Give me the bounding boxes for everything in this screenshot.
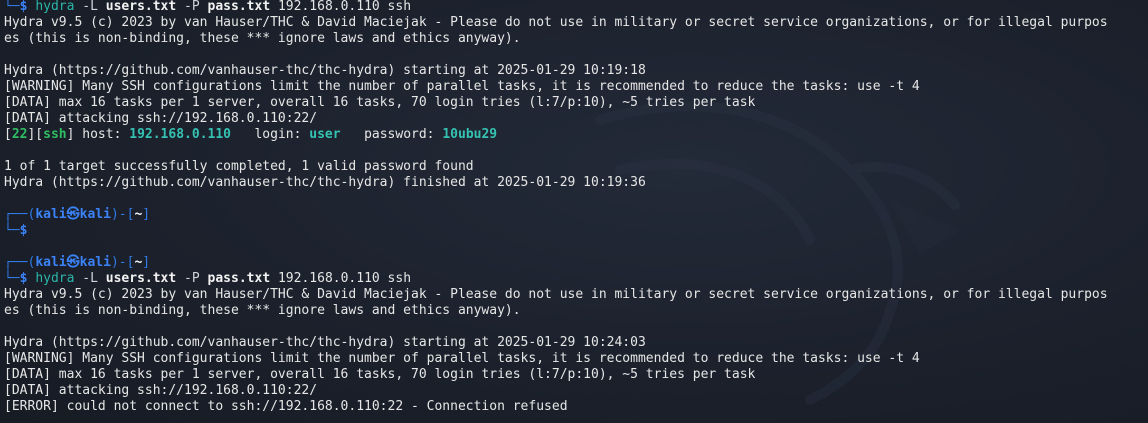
hydra-summary-line: 1 of 1 target successfully completed, 1 … <box>4 159 474 174</box>
hydra-banner-line: es (this is non-binding, these *** ignor… <box>4 31 521 46</box>
hydra-data-line: [DATA] max 16 tasks per 1 server, overal… <box>4 367 756 382</box>
hydra-warning-line: [WARNING] Many SSH configurations limit … <box>4 351 920 366</box>
hydra-error-line: [ERROR] could not connect to ssh://192.1… <box>4 399 568 414</box>
hydra-banner-line: Hydra v9.5 (c) 2023 by van Hauser/THC & … <box>4 287 1108 302</box>
terminal-output: └─$ hydra -L users.txt -P pass.txt 192.1… <box>4 0 1108 415</box>
hydra-data-line: [DATA] attacking ssh://192.168.0.110:22/ <box>4 383 318 398</box>
terminal-window[interactable]: └─$ hydra -L users.txt -P pass.txt 192.1… <box>0 0 1148 423</box>
hydra-finished-line: Hydra (https://github.com/vanhauser-thc/… <box>4 175 646 190</box>
hydra-banner-line: es (this is non-binding, these *** ignor… <box>4 303 521 318</box>
prompt-input-line: └─$ <box>4 223 28 238</box>
prompt-command-line-2: └─$ hydra -L users.txt -P pass.txt 192.1… <box>4 271 412 286</box>
hydra-data-line: [DATA] max 16 tasks per 1 server, overal… <box>4 95 756 110</box>
hydra-banner-line: Hydra v9.5 (c) 2023 by van Hauser/THC & … <box>4 15 1108 30</box>
hydra-starting-line: Hydra (https://github.com/vanhauser-thc/… <box>4 63 646 78</box>
prompt-header-line: ┌──(kali㉿kali)-[~] <box>4 255 151 270</box>
hydra-data-line: [DATA] attacking ssh://192.168.0.110:22/ <box>4 111 318 126</box>
hydra-starting-line: Hydra (https://github.com/vanhauser-thc/… <box>4 335 646 350</box>
hydra-credential-result-line: [22][ssh] host: 192.168.0.110 login: use… <box>4 127 498 142</box>
prompt-command-line-1: └─$ hydra -L users.txt -P pass.txt 192.1… <box>4 0 412 14</box>
prompt-header-line: ┌──(kali㉿kali)-[~] <box>4 207 151 222</box>
hydra-warning-line: [WARNING] Many SSH configurations limit … <box>4 79 920 94</box>
